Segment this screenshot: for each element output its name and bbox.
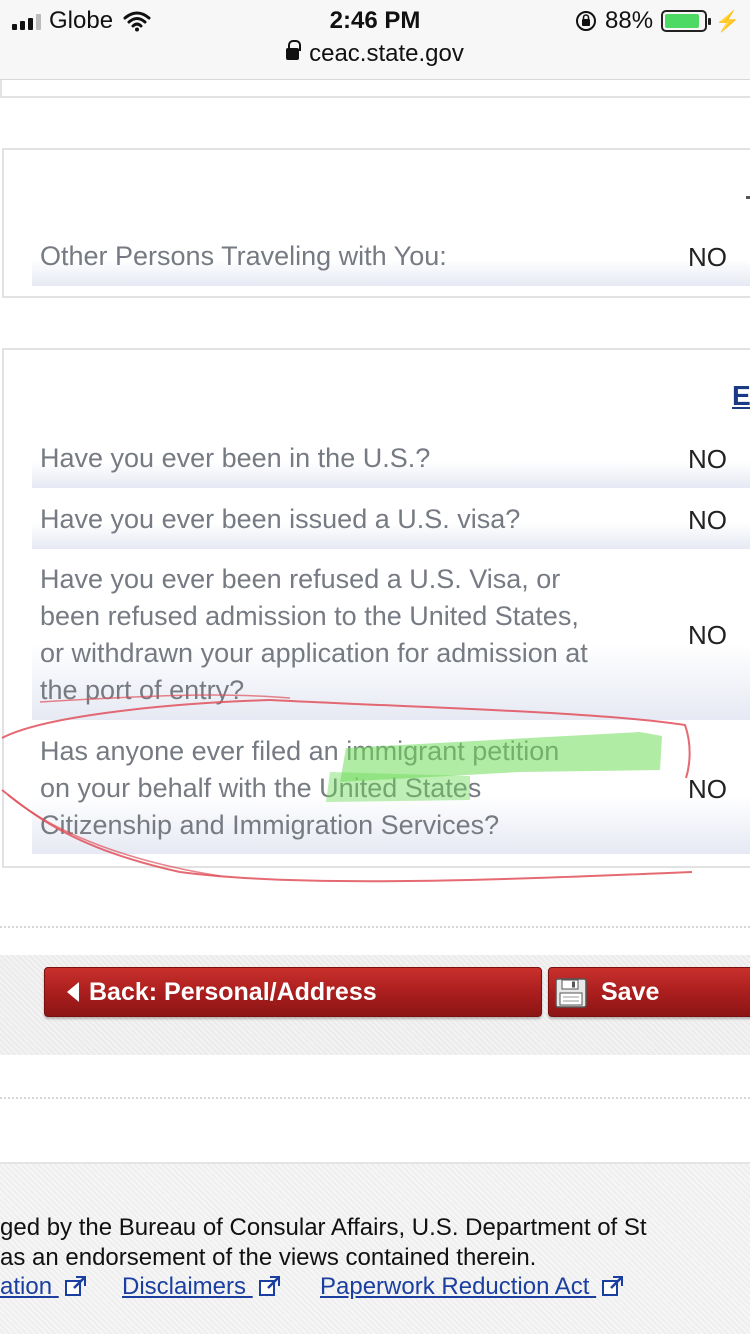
footer-text: ged by the Bureau of Consular Affairs, U… [0,1214,647,1241]
question-line: Citizenship and Immigration Services? [40,810,500,840]
footer: ged by the Bureau of Consular Affairs, U… [0,1162,750,1334]
answer-text: NO [688,444,727,474]
divider [0,1097,750,1099]
clipped-content-mark [746,196,750,199]
back-arrow-icon [67,982,79,1002]
question-line: been refused admission to the United Sta… [40,601,579,631]
save-button[interactable]: Save [548,967,750,1017]
review-row: Have you ever been in the U.S.? NO [32,430,750,488]
review-row: Have you ever been issued a U.S. visa? N… [32,491,750,549]
question-line: Have you ever been refused a U.S. Visa, … [40,564,561,594]
address-bar[interactable]: ceac.state.gov [0,40,750,68]
external-link-icon [258,1276,280,1296]
question-line: on your behalf with the United States [40,773,482,803]
edit-link[interactable]: E [732,380,750,412]
status-icons: 88% ⚡ [575,7,740,35]
review-row: Has anyone ever filed an immigrant petit… [32,724,750,854]
footer-link[interactable]: Paperwork Reduction Act [320,1273,624,1301]
divider [0,926,750,928]
question-line: Has anyone ever filed an immigrant petit… [40,736,560,766]
back-button[interactable]: Back: Personal/Address [44,967,542,1017]
footer-link-label: Paperwork Reduction Act [320,1273,590,1300]
back-button-label: Back: Personal/Address [89,977,377,1006]
previous-panel-bottom [0,80,750,98]
rotation-lock-icon [576,11,597,31]
question-text: Have you ever been issued a U.S. visa? [40,504,521,534]
battery-percent: 88% [605,7,654,34]
question-line: the port of entry? [40,675,245,705]
padlock-icon [286,40,302,62]
answer-text: NO [688,242,727,272]
external-link-icon [64,1276,86,1296]
answer-text: NO [688,774,727,804]
save-floppy-icon [555,978,587,1008]
charging-bolt-icon: ⚡ [715,10,740,33]
answer-text: NO [688,620,727,650]
battery-icon [661,10,712,32]
footer-link[interactable]: Disclaimers [122,1273,281,1301]
review-row: Other Persons Traveling with You: NO [32,228,750,286]
button-bar: Back: Personal/Address Save [0,955,750,1055]
review-row: Have you ever been refused a U.S. Visa, … [32,552,750,720]
question-text: Other Persons Traveling with You: [40,241,447,271]
external-link-icon [602,1276,624,1296]
footer-link-label: Disclaimers [122,1273,247,1300]
url-text: ceac.state.gov [309,40,464,67]
question-line: or withdrawn your application for admiss… [40,638,588,668]
question-text: Have you ever been refused a U.S. Visa, … [40,561,588,709]
save-button-label: Save [601,977,660,1006]
status-bar: Globe 2:46 PM 88% ⚡ ceac.state.gov [0,0,750,80]
answer-text: NO [688,505,727,535]
footer-text: as an endorsement of the views contained… [0,1244,537,1271]
question-text: Has anyone ever filed an immigrant petit… [40,733,559,844]
question-text: Have you ever been in the U.S.? [40,443,431,473]
footer-link[interactable]: ation [0,1273,87,1301]
footer-link-label: ation [0,1273,53,1300]
